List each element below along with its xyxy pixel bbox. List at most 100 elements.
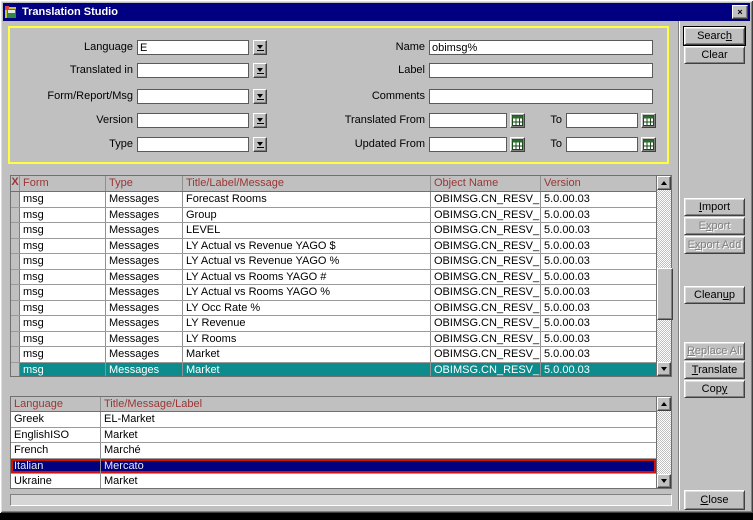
translated-from-input[interactable] [429,113,507,128]
translations-table-body: Language Title/Message/Label Greek EL-Ma… [11,397,656,488]
table-row[interactable]: msg Messages Group OBIMSG.CN_RESV_PACE 5… [11,208,656,224]
column-header-title-label-message[interactable]: Title/Label/Message [183,176,431,191]
cell-version: 5.0.00.03 [541,285,656,300]
title-bar: Translation Studio × [3,3,750,21]
table-row[interactable]: msg Messages Forecast Rooms OBIMSG.CN_RE… [11,192,656,208]
cell-form: msg [20,239,106,254]
table-row[interactable]: msg Messages LY Revenue OBIMSG.CN_RESV_P… [11,316,656,332]
cell-version: 5.0.00.03 [541,208,656,223]
import-button[interactable]: Import [684,198,745,216]
cell-version: 5.0.00.03 [541,223,656,238]
record-selector[interactable] [11,208,20,223]
window-title: Translation Studio [22,6,732,18]
scroll-down-icon[interactable] [657,474,671,488]
translation-row[interactable]: Ukraine Market [11,474,656,488]
table-row[interactable]: msg Messages LY Actual vs Rooms YAGO % O… [11,285,656,301]
replace-all-button[interactable]: Replace All [684,342,745,360]
updated-to-calendar-icon[interactable] [641,137,656,152]
table-row[interactable]: msg Messages LY Occ Rate % OBIMSG.CN_RES… [11,301,656,317]
search-button[interactable]: Search [684,27,745,45]
translate-button[interactable]: Translate [684,361,745,379]
version-input[interactable] [137,113,249,128]
label-label: Label [300,63,425,78]
translated-in-label: Translated in [10,63,133,78]
column-header-form[interactable]: Form [20,176,106,191]
column-header-x[interactable]: X [11,176,20,191]
translated-from-calendar-icon[interactable] [510,113,525,128]
translation-row[interactable]: Italian Mercato [11,459,656,475]
btn-text: y [722,383,728,395]
scroll-up-icon[interactable] [657,397,671,411]
translated-in-dropdown-icon[interactable] [253,63,267,78]
cell-object-name: OBIMSG.CN_RESV_PACE [431,332,541,347]
translation-studio-window: Translation Studio × Language Translated… [0,0,753,513]
results-table: X Form Type Title/Label/Message Object N… [10,175,672,377]
btn-text: port Add [700,239,741,251]
record-selector[interactable] [11,270,20,285]
translated-in-input[interactable] [137,63,249,78]
cleanup-button[interactable]: Cleanup [684,286,745,304]
export-button[interactable]: Export [684,217,745,235]
scrollbar-thumb[interactable] [657,268,673,320]
table-row[interactable]: msg Messages LEVEL OBIMSG.CN_RESV_PACE 5… [11,223,656,239]
translation-row[interactable]: Greek EL-Market [11,412,656,428]
type-input[interactable] [137,137,249,152]
table-row[interactable]: msg Messages LY Actual vs Revenue YAGO %… [11,254,656,270]
comments-input[interactable] [429,89,653,104]
cell-title: LY Revenue [183,316,431,331]
record-selector[interactable] [11,332,20,347]
column-header-type[interactable]: Type [106,176,183,191]
version-label: Version [10,113,133,128]
record-selector[interactable] [11,301,20,316]
column-header-object-name[interactable]: Object Name [431,176,541,191]
clear-button[interactable]: Clear [684,46,745,64]
language-dropdown-icon[interactable] [253,40,267,55]
record-selector[interactable] [11,347,20,362]
cell-version: 5.0.00.03 [541,332,656,347]
language-input[interactable] [137,40,249,55]
cell-title: Market [183,363,431,377]
record-selector[interactable] [11,254,20,269]
form-report-msg-dropdown-icon[interactable] [253,89,267,104]
record-selector[interactable] [11,363,20,377]
column-header-language[interactable]: Language [11,397,101,411]
record-selector[interactable] [11,239,20,254]
table-row[interactable]: msg Messages LY Actual vs Rooms YAGO # O… [11,270,656,286]
translated-to-calendar-icon[interactable] [641,113,656,128]
table-row[interactable]: msg Messages LY Actual vs Revenue YAGO $… [11,239,656,255]
scroll-down-icon[interactable] [657,362,671,376]
type-dropdown-icon[interactable] [253,137,267,152]
record-selector[interactable] [11,223,20,238]
btn-text: h [726,30,732,42]
close-button[interactable]: Close [684,490,745,510]
label-input[interactable] [429,63,653,78]
updated-from-input[interactable] [429,137,507,152]
copy-button[interactable]: Copy [684,380,745,398]
updated-from-calendar-icon[interactable] [510,137,525,152]
results-table-header: X Form Type Title/Label/Message Object N… [11,176,656,192]
translations-table-scrollbar[interactable] [656,397,671,488]
table-row[interactable]: msg Messages Market OBIMSG.CN_RESV_PACE … [11,347,656,363]
column-header-version[interactable]: Version [541,176,656,191]
cell-type: Messages [106,332,183,347]
record-selector[interactable] [11,192,20,207]
name-input[interactable] [429,40,653,55]
table-row[interactable]: msg Messages LY Rooms OBIMSG.CN_RESV_PAC… [11,332,656,348]
comments-label: Comments [300,89,425,104]
form-report-msg-input[interactable] [137,89,249,104]
status-message-field [10,494,672,506]
translation-row[interactable]: EnglishISO Market [11,428,656,444]
scroll-up-icon[interactable] [657,176,671,190]
export-add-button[interactable]: Export Add [684,236,745,254]
record-selector[interactable] [11,316,20,331]
updated-to-input[interactable] [566,137,638,152]
translation-row[interactable]: French Marché [11,443,656,459]
translated-to-input[interactable] [566,113,638,128]
btn-text: ranslate [698,364,737,376]
record-selector[interactable] [11,285,20,300]
column-header-title-message-label[interactable]: Title/Message/Label [101,397,656,411]
version-dropdown-icon[interactable] [253,113,267,128]
close-icon[interactable]: × [732,5,748,19]
table-row[interactable]: msg Messages Market OBIMSG.CN_RESV_PACE … [11,363,656,377]
results-table-scrollbar[interactable] [656,176,671,376]
